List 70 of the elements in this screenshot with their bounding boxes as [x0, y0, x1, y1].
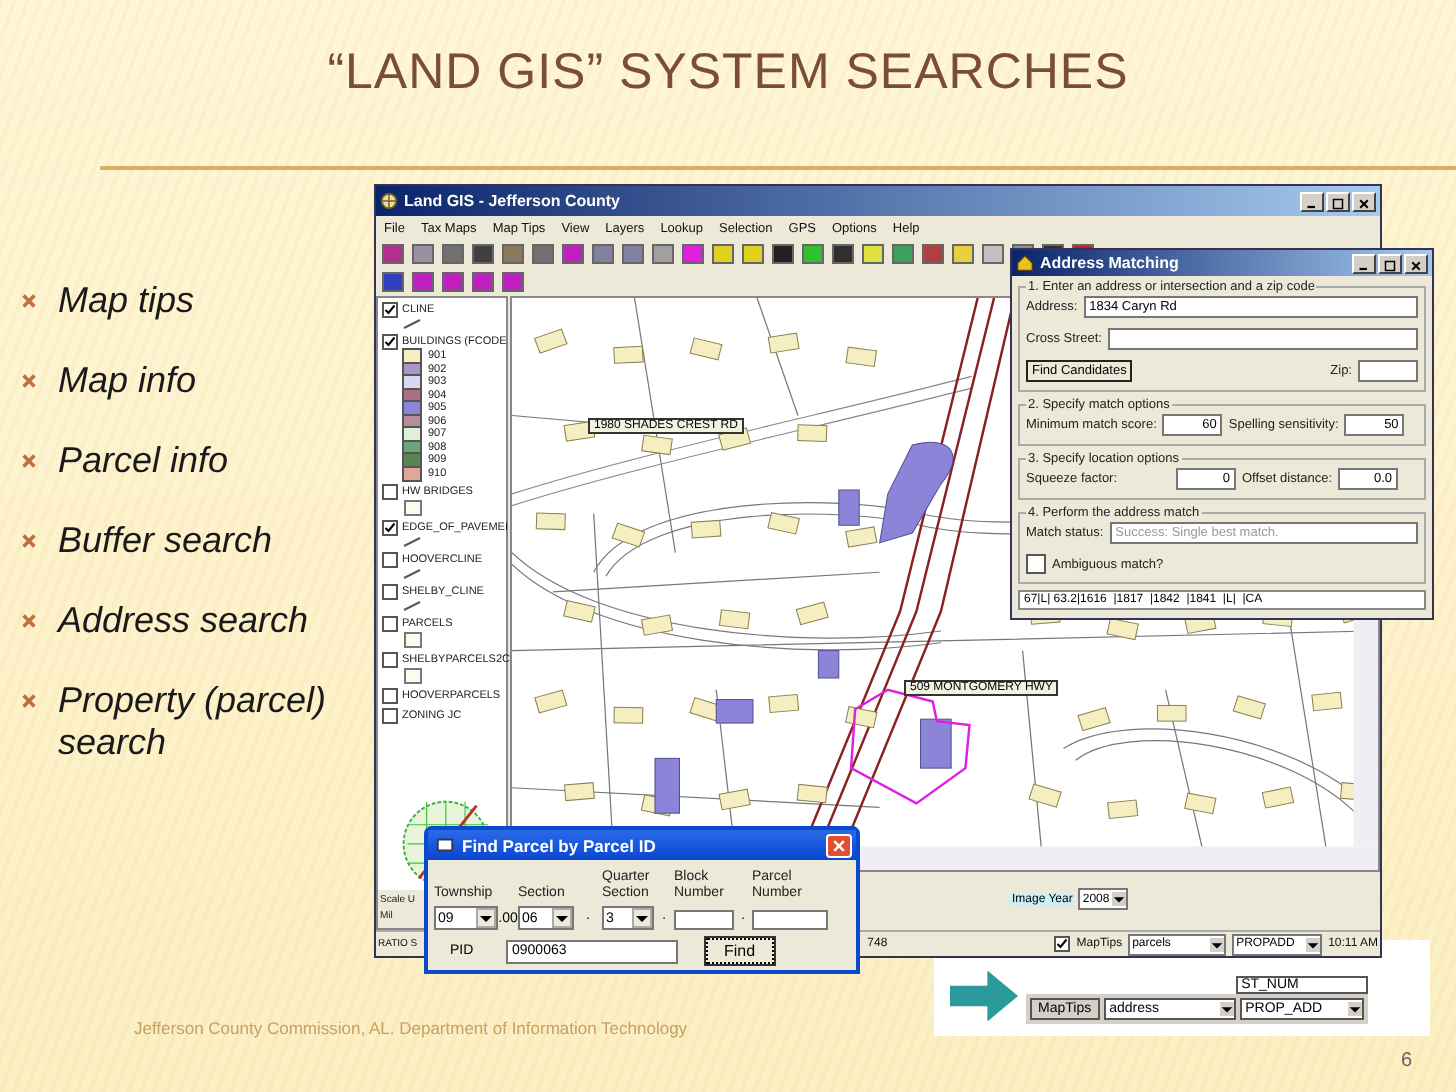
box-symbol-icon: [404, 500, 422, 516]
maptips-checkbox[interactable]: [1054, 936, 1071, 952]
footer-text: Jefferson County Commission, AL. Department of Information Technology: [134, 1018, 688, 1038]
layer-checkbox[interactable]: [382, 708, 398, 724]
toolbar-button[interactable]: [832, 244, 854, 264]
ambiguous-checkbox[interactable]: [1026, 554, 1046, 574]
bullet-icon: [20, 532, 38, 550]
close-icon: [1410, 257, 1422, 273]
box-symbol-icon: [404, 632, 422, 648]
toolbar-button[interactable]: [982, 244, 1004, 264]
window-icon: [436, 836, 454, 854]
input-field[interactable]: [674, 910, 734, 930]
close-icon: [830, 837, 848, 853]
arrow-icon: [950, 968, 1018, 1024]
bullet-text: Property (parcel) search: [58, 680, 329, 764]
window-title: Address Matching: [1040, 254, 1179, 272]
toolbar-button[interactable]: [862, 244, 884, 264]
layer-checkbox[interactable]: [382, 302, 398, 318]
close-icon: [1358, 195, 1370, 211]
bullet-text: Map info: [58, 360, 199, 402]
zip-field[interactable]: [1358, 360, 1418, 382]
dropdown-arrow-icon: [1210, 937, 1225, 951]
close-button[interactable]: [1404, 253, 1428, 273]
toolbar-button[interactable]: [952, 244, 974, 264]
dropdown-arrow-icon: [1347, 1002, 1362, 1016]
window-title: Land GIS - Jefferson County: [404, 192, 621, 210]
cross-street-field[interactable]: [1107, 328, 1418, 350]
bullet-text: Address search: [58, 600, 311, 642]
minimize-button[interactable]: [1300, 191, 1324, 211]
find-button[interactable]: Find: [706, 938, 774, 964]
layer-checkbox[interactable]: [382, 652, 398, 668]
maximize-button[interactable]: [1378, 253, 1402, 273]
bullet-text: Parcel info: [58, 440, 231, 482]
maximize-button[interactable]: [1326, 191, 1350, 211]
globe-icon: [380, 192, 398, 210]
dropdown-arrow-icon: [1219, 1002, 1234, 1016]
bullet-text: Buffer search: [58, 520, 275, 562]
toolbar-button[interactable]: [712, 244, 734, 264]
toolbar-button[interactable]: [412, 244, 434, 264]
box-symbol-icon: [404, 668, 422, 684]
layer-checkbox[interactable]: [382, 484, 398, 500]
layer-checkbox[interactable]: [382, 334, 398, 350]
dropdown-arrow-icon: [1111, 892, 1126, 906]
toolbar-button[interactable]: [742, 244, 764, 264]
bullet-icon: [20, 692, 38, 710]
input-field[interactable]: [752, 910, 828, 930]
dropdown-arrow-icon: [1306, 937, 1321, 951]
toolbar-button[interactable]: [802, 244, 824, 264]
layer-checkbox[interactable]: [382, 688, 398, 704]
maximize-icon: [1384, 257, 1396, 273]
layer-checkbox[interactable]: [382, 520, 398, 536]
bullet-text: Map tips: [58, 280, 197, 322]
house-icon: [1016, 254, 1034, 272]
line-symbol-icon: [402, 318, 422, 330]
close-button[interactable]: [1352, 191, 1376, 211]
window-title: Find Parcel by Parcel ID: [462, 835, 656, 855]
bullet-icon: [20, 372, 38, 390]
minimize-button[interactable]: [1352, 253, 1376, 273]
toolbar-button[interactable]: [472, 244, 494, 264]
bullet-icon: [20, 292, 38, 310]
layer-checkbox[interactable]: [382, 552, 398, 568]
layer-checkbox[interactable]: [382, 584, 398, 600]
slide-title: “LAND GIS” SYSTEM SEARCHES: [325, 44, 1131, 102]
toolbar-button[interactable]: [652, 244, 674, 264]
layer-checkbox[interactable]: [382, 616, 398, 632]
maximize-icon: [1332, 195, 1344, 211]
toolbar-button[interactable]: [772, 244, 794, 264]
bullet-icon: [20, 612, 38, 630]
page-number: 6: [1400, 1050, 1412, 1072]
bullet-icon: [20, 452, 38, 470]
